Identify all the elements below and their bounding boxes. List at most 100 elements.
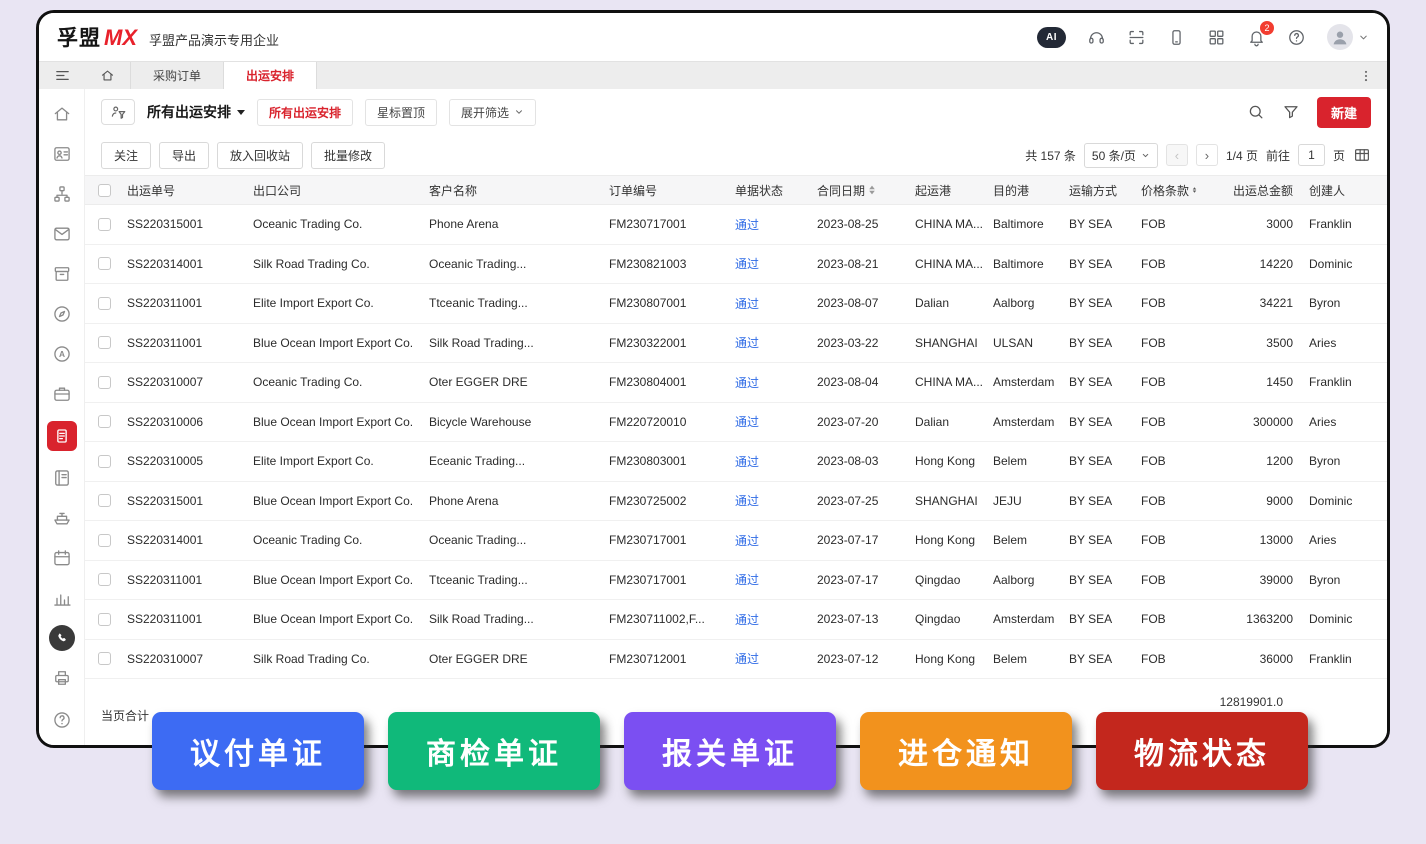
home-icon[interactable]	[49, 101, 75, 127]
col-price-terms[interactable]: 价格条款	[1137, 182, 1201, 199]
col-total-amount[interactable]: 出运总金额	[1201, 182, 1297, 199]
shipping-docs-icon[interactable]	[46, 421, 77, 451]
status-link[interactable]: 通过	[735, 613, 759, 627]
quick-filter-all[interactable]: 所有出运安排	[257, 98, 354, 126]
col-contract-date[interactable]: 合同日期	[813, 182, 911, 199]
col-order-no[interactable]: 订单编号	[605, 182, 731, 199]
table-row[interactable]: SS220311001 Elite Import Export Co. Ttce…	[85, 284, 1387, 324]
table-row[interactable]: SS220311001 Blue Ocean Import Export Co.…	[85, 600, 1387, 640]
status-link[interactable]: 通过	[735, 573, 759, 587]
help-circle-icon[interactable]	[49, 707, 75, 733]
table-row[interactable]: SS220314001 Silk Road Trading Co. Oceani…	[85, 245, 1387, 284]
scan-icon[interactable]	[1127, 28, 1146, 47]
row-checkbox[interactable]	[85, 494, 123, 508]
table-row[interactable]: SS220315001 Oceanic Trading Co. Phone Ar…	[85, 205, 1387, 245]
overlay-button-customs-docs[interactable]: 报关单证	[624, 712, 836, 790]
follow-button[interactable]: 关注	[101, 141, 152, 169]
checkbox[interactable]	[97, 296, 111, 310]
checkbox[interactable]	[97, 652, 111, 666]
row-checkbox[interactable]	[85, 296, 123, 310]
tab-purchase-orders[interactable]: 采购订单	[131, 62, 225, 89]
select-all-checkbox[interactable]	[85, 183, 123, 197]
checkbox[interactable]	[97, 336, 111, 350]
sort-icon[interactable]	[1192, 184, 1197, 196]
batch-edit-button[interactable]: 批量修改	[311, 141, 386, 169]
checkbox[interactable]	[97, 454, 111, 468]
saved-filter-icon[interactable]	[101, 99, 135, 125]
table-row[interactable]: SS220310007 Oceanic Trading Co. Oter EGG…	[85, 363, 1387, 403]
tab-home[interactable]	[85, 62, 131, 89]
status-link[interactable]: 通过	[735, 376, 759, 390]
ai-assistant-button[interactable]: AI	[1037, 26, 1066, 48]
col-exporter[interactable]: 出口公司	[249, 182, 425, 199]
status-link[interactable]: 通过	[735, 415, 759, 429]
row-checkbox[interactable]	[85, 573, 123, 587]
checkbox[interactable]	[97, 533, 111, 547]
calendar-icon[interactable]	[49, 545, 75, 571]
table-row[interactable]: SS220315001 Blue Ocean Import Export Co.…	[85, 482, 1387, 521]
status-link[interactable]: 通过	[735, 652, 759, 666]
row-checkbox[interactable]	[85, 415, 123, 429]
row-checkbox[interactable]	[85, 533, 123, 547]
contacts-icon[interactable]	[49, 141, 75, 167]
archive-box-icon[interactable]	[49, 261, 75, 287]
view-selector[interactable]: 所有出运安排	[147, 102, 245, 122]
checkbox[interactable]	[97, 217, 111, 231]
checkbox[interactable]	[97, 257, 111, 271]
checkbox[interactable]	[97, 375, 111, 389]
recycle-bin-button[interactable]: 放入回收站	[217, 141, 304, 169]
user-menu[interactable]	[1327, 24, 1369, 50]
col-status[interactable]: 单据状态	[731, 182, 813, 199]
table-row[interactable]: SS220314001 Oceanic Trading Co. Oceanic …	[85, 521, 1387, 561]
row-checkbox[interactable]	[85, 454, 123, 468]
table-row[interactable]: SS220311001 Blue Ocean Import Export Co.…	[85, 561, 1387, 600]
org-structure-icon[interactable]	[49, 181, 75, 207]
status-link[interactable]: 通过	[735, 218, 759, 232]
table-row[interactable]: SS220311001 Blue Ocean Import Export Co.…	[85, 324, 1387, 363]
status-link[interactable]: 通过	[735, 455, 759, 469]
overlay-button-inspection-docs[interactable]: 商检单证	[388, 712, 600, 790]
row-checkbox[interactable]	[85, 375, 123, 389]
col-shipment-no[interactable]: 出运单号	[123, 182, 249, 199]
page-size-select[interactable]: 50 条/页	[1083, 142, 1158, 168]
row-checkbox[interactable]	[85, 612, 123, 626]
overlay-button-logistics-status[interactable]: 物流状态	[1096, 712, 1308, 790]
compass-icon[interactable]	[49, 301, 75, 327]
prev-page-button[interactable]: ‹	[1165, 144, 1188, 166]
filter-icon[interactable]	[1282, 103, 1300, 121]
col-customer[interactable]: 客户名称	[425, 182, 605, 199]
tab-shipping-arrangement[interactable]: 出运安排	[224, 62, 318, 89]
table-row[interactable]: SS220310006 Blue Ocean Import Export Co.…	[85, 403, 1387, 442]
printer-icon[interactable]	[49, 665, 75, 691]
status-link[interactable]: 通过	[735, 494, 759, 508]
checkbox[interactable]	[97, 183, 111, 197]
notification-bell-icon[interactable]: 2	[1247, 20, 1274, 47]
table-settings-icon[interactable]	[1353, 146, 1371, 164]
table-row[interactable]: SS220310005 Elite Import Export Co. Ecea…	[85, 442, 1387, 482]
overlay-button-warehouse-notice[interactable]: 进仓通知	[860, 712, 1072, 790]
row-checkbox[interactable]	[85, 217, 123, 231]
col-transport-mode[interactable]: 运输方式	[1065, 182, 1137, 199]
phone-icon[interactable]	[48, 625, 75, 651]
star-top-filter[interactable]: 星标置顶	[365, 98, 438, 126]
tab-more-icon[interactable]	[1359, 69, 1373, 83]
headset-icon[interactable]	[1087, 28, 1106, 47]
ship-icon[interactable]	[49, 505, 75, 531]
checkbox[interactable]	[97, 494, 111, 508]
status-link[interactable]: 通过	[735, 534, 759, 548]
briefcase-icon[interactable]	[49, 381, 75, 407]
sort-icon[interactable]	[868, 184, 876, 196]
collapse-sidebar-icon[interactable]	[39, 62, 85, 89]
status-link[interactable]: 通过	[735, 297, 759, 311]
checkbox[interactable]	[97, 612, 111, 626]
status-link[interactable]: 通过	[735, 257, 759, 271]
checkbox[interactable]	[97, 415, 111, 429]
export-button[interactable]: 导出	[159, 141, 210, 169]
row-checkbox[interactable]	[85, 652, 123, 666]
row-checkbox[interactable]	[85, 336, 123, 350]
overlay-button-negotiation-docs[interactable]: 议付单证	[152, 712, 364, 790]
notebook-icon[interactable]	[49, 465, 75, 491]
mail-icon[interactable]	[49, 221, 75, 247]
col-destination-port[interactable]: 目的港	[989, 182, 1065, 199]
goto-page-input[interactable]	[1297, 144, 1325, 166]
